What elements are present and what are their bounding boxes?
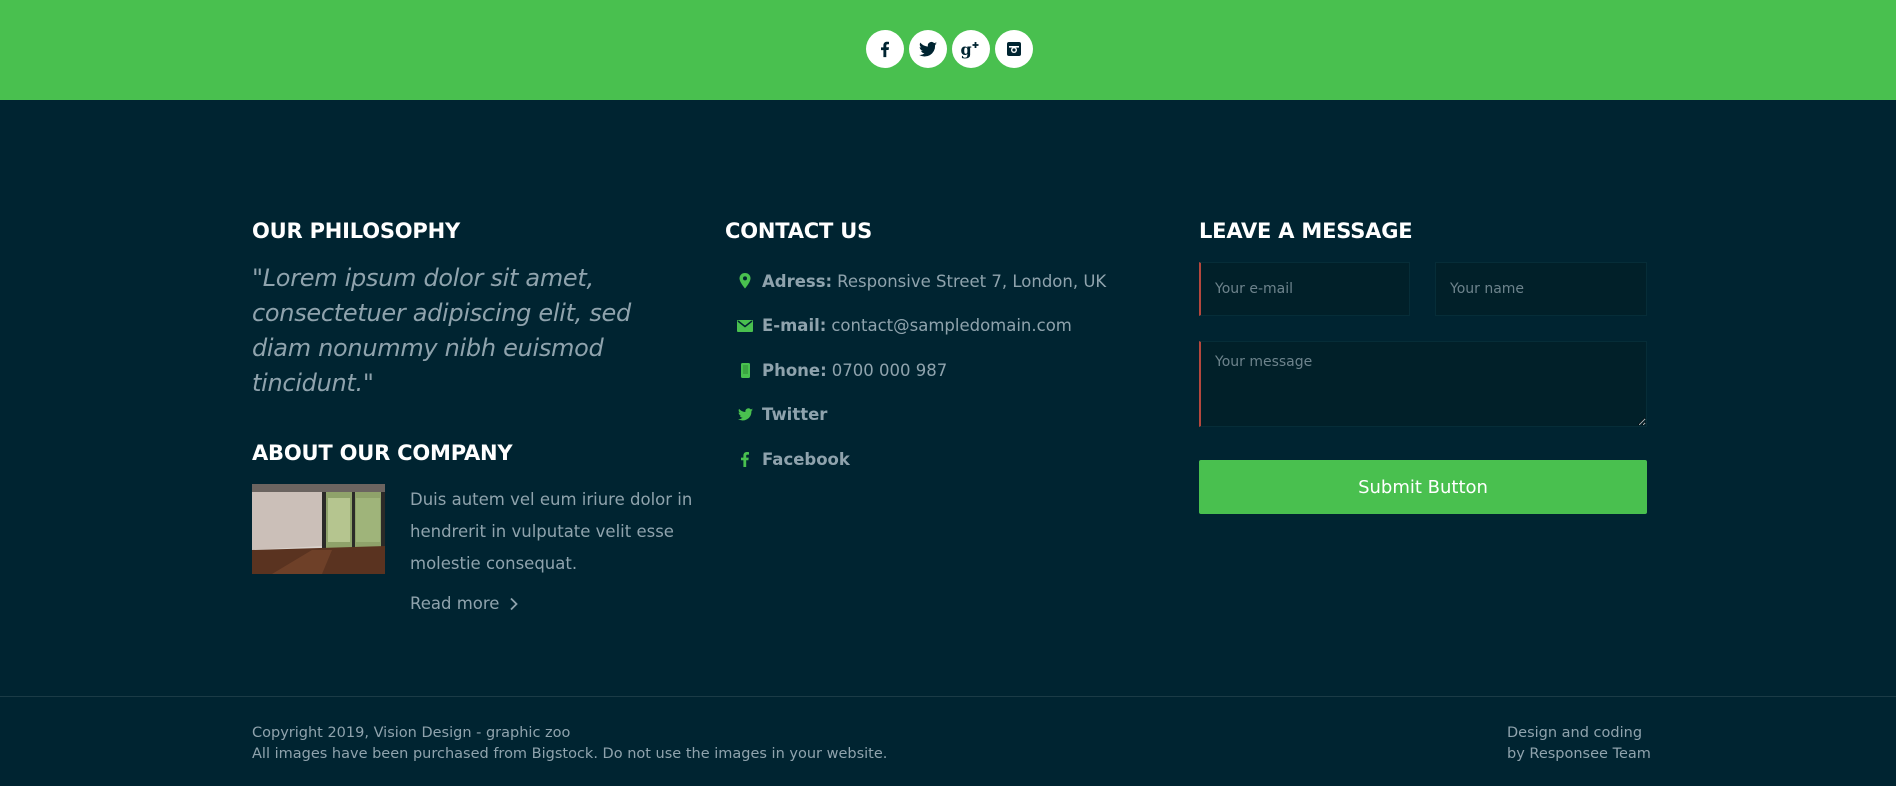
facebook-link[interactable]: Facebook [762,450,850,469]
submit-button[interactable]: Submit Button [1199,460,1647,514]
philosophy-title: OUR PHILOSOPHY [252,219,460,243]
read-more-link[interactable]: Read more [410,594,519,613]
phone-icon [736,361,754,379]
email-field[interactable] [1199,262,1410,316]
contact-address: Adress: Responsive Street 7, London, UK [725,259,1165,304]
contact-title: CONTACT US [725,219,873,243]
company-photo [252,484,385,574]
svg-text:g: g [961,40,972,59]
copyright-line-2: All images have been purchased from Bigs… [252,746,888,762]
about-text: Duis autem vel eum iriure dolor in hendr… [410,490,693,573]
phone-label: Phone: [762,360,827,380]
contact-email: E-mail: contact@sampledomain.com [725,304,1165,349]
footer-divider [0,696,1896,697]
message-column: LEAVE A MESSAGE Submit Button [1199,216,1647,514]
email-value[interactable]: contact@sampledomain.com [831,316,1072,335]
contact-column: CONTACT US Adress: Responsive Street 7, … [725,216,1165,482]
copyright-line-1: Copyright 2019, Vision Design - graphic … [252,725,571,741]
contact-twitter[interactable]: Twitter [725,393,1165,438]
credits-line-1: Design and coding [1507,725,1643,741]
credits-line-2[interactable]: by Responsee Team [1507,744,1651,765]
philosophy-column: OUR PHILOSOPHY "Lorem ipsum dolor sit am… [252,216,692,634]
about-section: Duis autem vel eum iriure dolor in hendr… [252,484,692,634]
contact-facebook[interactable]: Facebook [725,437,1165,482]
address-label: Adress: [762,271,833,291]
contact-phone: Phone: 0700 000 987 [725,348,1165,393]
social-bar: g [0,0,1896,100]
map-pin-icon [736,272,754,290]
message-field[interactable] [1199,341,1647,427]
footer: OUR PHILOSOPHY "Lorem ipsum dolor sit am… [0,100,1896,786]
address-value: Responsive Street 7, London, UK [837,271,1107,291]
facebook-icon[interactable] [866,30,904,68]
twitter-link[interactable]: Twitter [762,405,827,424]
facebook-icon [736,450,754,468]
chevron-right-icon [510,597,519,610]
twitter-icon [736,406,754,424]
read-more-label: Read more [410,594,500,613]
instagram-icon[interactable] [995,30,1033,68]
envelope-icon [736,317,754,335]
google-plus-icon[interactable]: g [952,30,990,68]
social-icons: g [866,30,1033,68]
copyright: Copyright 2019, Vision Design - graphic … [252,723,887,765]
name-field[interactable] [1435,262,1647,316]
phone-value: 0700 000 987 [831,360,948,380]
about-title: ABOUT OUR COMPANY [252,441,513,465]
contact-list: Adress: Responsive Street 7, London, UK … [725,259,1165,482]
credits: Design and coding by Responsee Team [1507,723,1651,765]
form-row [1199,262,1647,316]
philosophy-quote: "Lorem ipsum dolor sit amet, consectetue… [252,264,631,397]
email-label: E-mail: [762,316,827,336]
message-title: LEAVE A MESSAGE [1199,219,1413,243]
twitter-icon[interactable] [909,30,947,68]
